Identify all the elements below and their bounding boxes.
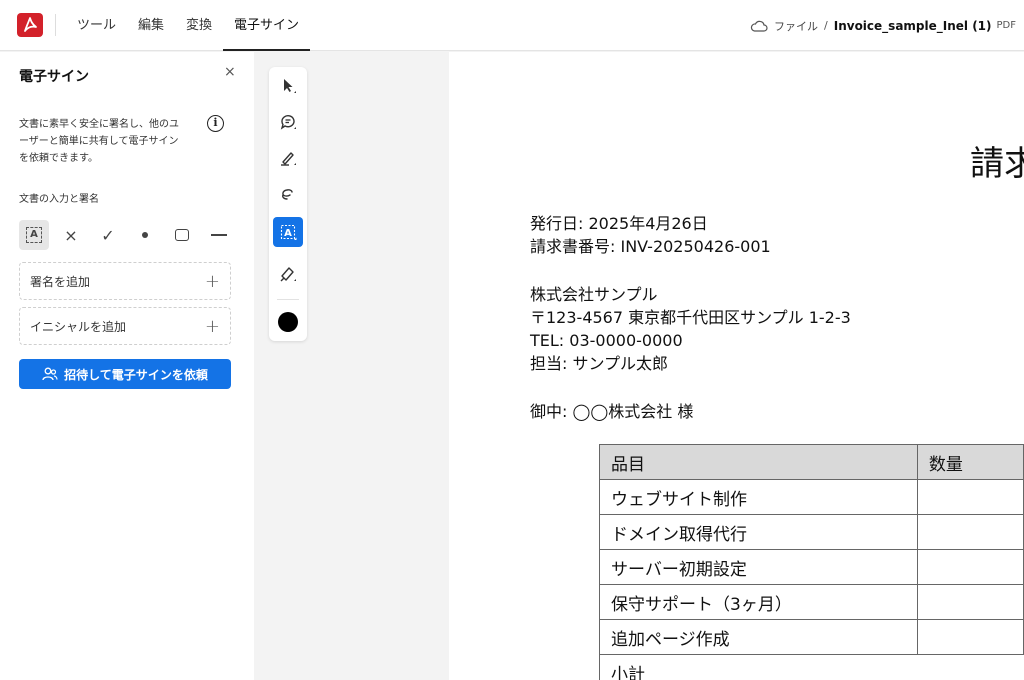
- fill-sign-tools: A × ✓: [19, 220, 241, 250]
- acrobat-logo-icon[interactable]: [17, 13, 43, 37]
- lasso-tool-button[interactable]: [273, 179, 303, 209]
- cross-mark-icon: ×: [64, 225, 78, 245]
- table-header-row: 品目 数量: [599, 444, 1024, 480]
- add-signature-label: 署名を追加: [30, 274, 91, 289]
- issuer-tel: TEL: 03-0000-0000: [530, 331, 683, 350]
- highlight-tool-button[interactable]: [273, 143, 303, 173]
- add-initials-button[interactable]: イニシャルを追加 +: [19, 307, 231, 345]
- text-field-tool-button[interactable]: A: [19, 220, 49, 250]
- item-cell: 保守サポート（3ヶ月）: [599, 584, 918, 620]
- toolbar-divider: [277, 299, 299, 300]
- invoice-number: 請求書番号: INV-20250426-001: [530, 237, 771, 256]
- dot-icon: [142, 232, 148, 238]
- quantity-cell: [916, 479, 1024, 515]
- signature-tool-button[interactable]: [273, 259, 303, 289]
- quantity-cell: [916, 514, 1024, 550]
- breadcrumb-files[interactable]: ファイル: [774, 18, 818, 34]
- items-table: 品目 数量 ウェブサイト制作 ドメイン取得代行 サーバー初期設定 保守サポート（…: [599, 444, 1024, 680]
- item-cell: 追加ページ作成: [599, 619, 918, 655]
- table-row: サーバー初期設定: [599, 549, 1024, 585]
- add-initials-label: イニシャルを追加: [30, 319, 127, 334]
- issuer-address: 〒123-4567 東京都千代田区サンプル 1-2-3: [530, 308, 851, 327]
- text-field-tool-button[interactable]: A: [273, 217, 303, 247]
- esign-panel: 電子サイン × 文書に素早く安全に署名し、他のユ ーザーと簡単に共有して電子サイ…: [0, 52, 254, 680]
- signature-pen-icon: [280, 267, 296, 282]
- nav-esign[interactable]: 電子サイン: [223, 0, 311, 51]
- issuer-info: 株式会社サンプル 〒123-4567 東京都千代田区サンプル 1-2-3 TEL…: [530, 283, 851, 375]
- subtotal-row: 小計: [599, 654, 1024, 680]
- nav-edit[interactable]: 編集: [127, 0, 175, 51]
- rectangle-icon: [175, 229, 189, 241]
- file-type-label: PDF: [996, 20, 1016, 31]
- breadcrumb-separator: /: [824, 19, 828, 32]
- lasso-icon: [282, 189, 293, 200]
- recipient-line: 御中: ◯◯株式会社 様: [530, 402, 694, 421]
- request-esign-label: 招待して電子サインを依頼: [64, 367, 208, 382]
- subtotal-label: 小計: [599, 654, 1024, 680]
- table-row: 追加ページ作成: [599, 619, 1024, 655]
- column-header-item: 品目: [599, 444, 918, 480]
- logo-divider: [55, 14, 56, 36]
- text-field-icon: A: [26, 227, 42, 243]
- comment-tool-button[interactable]: [273, 107, 303, 137]
- description-line: ーザーと簡単に共有して電子サイン: [19, 136, 179, 147]
- add-signature-button[interactable]: 署名を追加 +: [19, 262, 231, 300]
- column-header-quantity: 数量: [916, 444, 1024, 480]
- cross-mark-tool-button[interactable]: ×: [56, 220, 86, 250]
- rectangle-tool-button[interactable]: [167, 220, 197, 250]
- select-cursor-icon: [284, 79, 296, 93]
- annotation-toolbar: A: [269, 67, 307, 341]
- panel-description: 文書に素早く安全に署名し、他のユ ーザーと簡単に共有して電子サイン を依頼できま…: [19, 116, 203, 167]
- dot-tool-button[interactable]: [130, 220, 160, 250]
- main-nav: ツール 編集 変換 電子サイン: [66, 0, 311, 51]
- highlight-pen-icon: [281, 152, 296, 166]
- plus-icon: +: [204, 270, 220, 292]
- checkmark-icon: ✓: [101, 225, 115, 245]
- item-cell: サーバー初期設定: [599, 549, 918, 585]
- top-bar: ツール 編集 変換 電子サイン ファイル / Invoice_sample_In…: [0, 0, 1024, 51]
- nav-convert[interactable]: 変換: [175, 0, 223, 51]
- request-esign-button[interactable]: 招待して電子サインを依頼: [19, 359, 231, 389]
- issue-date: 発行日: 2025年4月26日: [530, 214, 708, 233]
- quantity-cell: [916, 619, 1024, 655]
- document-page[interactable]: 請求 発行日: 2025年4月26日 請求書番号: INV-20250426-0…: [449, 52, 1024, 680]
- checkmark-tool-button[interactable]: ✓: [93, 220, 123, 250]
- table-row: ウェブサイト制作: [599, 479, 1024, 515]
- color-picker-swatch[interactable]: [278, 312, 298, 332]
- cloud-icon: [750, 20, 768, 32]
- recipient: 御中: ◯◯株式会社 様: [530, 400, 693, 423]
- panel-title: 電子サイン: [19, 69, 89, 85]
- section-label-fill-sign: 文書の入力と署名: [19, 194, 99, 205]
- info-icon[interactable]: i: [207, 115, 224, 132]
- invoice-title: 請求: [970, 144, 1024, 184]
- document-filename[interactable]: Invoice_sample_Inel (1): [834, 19, 992, 33]
- line-icon: [211, 234, 227, 236]
- nav-tools[interactable]: ツール: [66, 0, 127, 51]
- line-tool-button[interactable]: [204, 220, 234, 250]
- select-tool-button[interactable]: [273, 71, 303, 101]
- item-cell: ウェブサイト制作: [599, 479, 918, 515]
- quantity-cell: [916, 549, 1024, 585]
- comment-icon: [280, 115, 296, 130]
- issuer-contact: 担当: サンプル太郎: [530, 354, 668, 373]
- plus-icon: +: [204, 315, 220, 337]
- close-icon[interactable]: ×: [224, 64, 236, 80]
- issuer-company: 株式会社サンプル: [530, 285, 658, 304]
- quantity-cell: [916, 584, 1024, 620]
- table-row: ドメイン取得代行: [599, 514, 1024, 550]
- description-line: 文書に素早く安全に署名し、他のユ: [19, 119, 179, 130]
- table-row: 保守サポート（3ヶ月）: [599, 584, 1024, 620]
- invite-people-icon: [42, 367, 58, 381]
- breadcrumb: ファイル / Invoice_sample_Inel (1) PDF: [750, 0, 1016, 51]
- item-cell: ドメイン取得代行: [599, 514, 918, 550]
- description-line: を依頼できます。: [19, 153, 98, 164]
- text-field-glyph: A: [284, 228, 292, 239]
- invoice-meta: 発行日: 2025年4月26日 請求書番号: INV-20250426-001: [530, 212, 771, 258]
- text-field-icon: A: [280, 224, 297, 240]
